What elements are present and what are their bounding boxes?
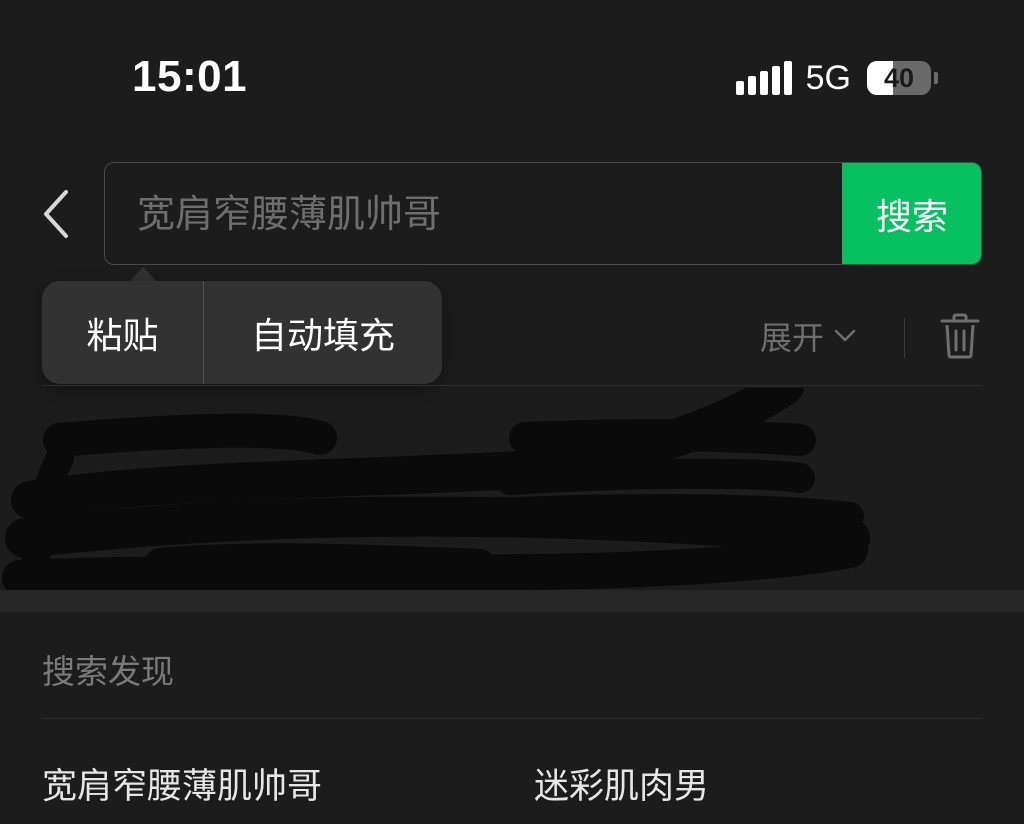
battery-cap — [934, 72, 938, 84]
search-input[interactable] — [105, 163, 842, 264]
expand-label: 展开 — [760, 319, 825, 357]
search-button[interactable]: 搜索 — [842, 163, 981, 264]
battery-icon: 40 — [867, 61, 931, 95]
header-divider — [904, 318, 905, 358]
search-bar: 搜索 — [104, 162, 982, 265]
expand-history-button[interactable]: 展开 — [760, 312, 856, 360]
cellular-signal-icon — [735, 61, 792, 95]
status-time: 15:01 — [132, 52, 248, 101]
redacted-history — [0, 388, 1024, 610]
section-separator — [0, 590, 1024, 612]
discover-item[interactable]: 宽肩窄腰薄肌帅哥 — [42, 764, 322, 810]
back-button[interactable] — [36, 188, 80, 240]
autofill-menu-item[interactable]: 自动填充 — [204, 281, 442, 384]
history-divider — [42, 385, 982, 386]
discover-divider — [42, 718, 982, 719]
edit-context-menu: 粘贴 自动填充 — [42, 281, 442, 384]
paste-menu-item[interactable]: 粘贴 — [42, 281, 203, 384]
trash-icon — [940, 313, 980, 359]
popup-arrow — [129, 267, 157, 282]
discover-title: 搜索发现 — [42, 652, 174, 691]
clear-history-button[interactable] — [938, 312, 982, 360]
battery-level: 40 — [883, 63, 915, 93]
chevron-down-icon — [834, 329, 856, 342]
network-type: 5G — [805, 59, 851, 97]
redaction-scribble — [2, 388, 870, 607]
discover-item[interactable]: 迷彩肌肉男 — [534, 764, 709, 810]
chevron-left-icon — [44, 190, 68, 238]
status-indicators: 5G 40 — [735, 58, 938, 98]
